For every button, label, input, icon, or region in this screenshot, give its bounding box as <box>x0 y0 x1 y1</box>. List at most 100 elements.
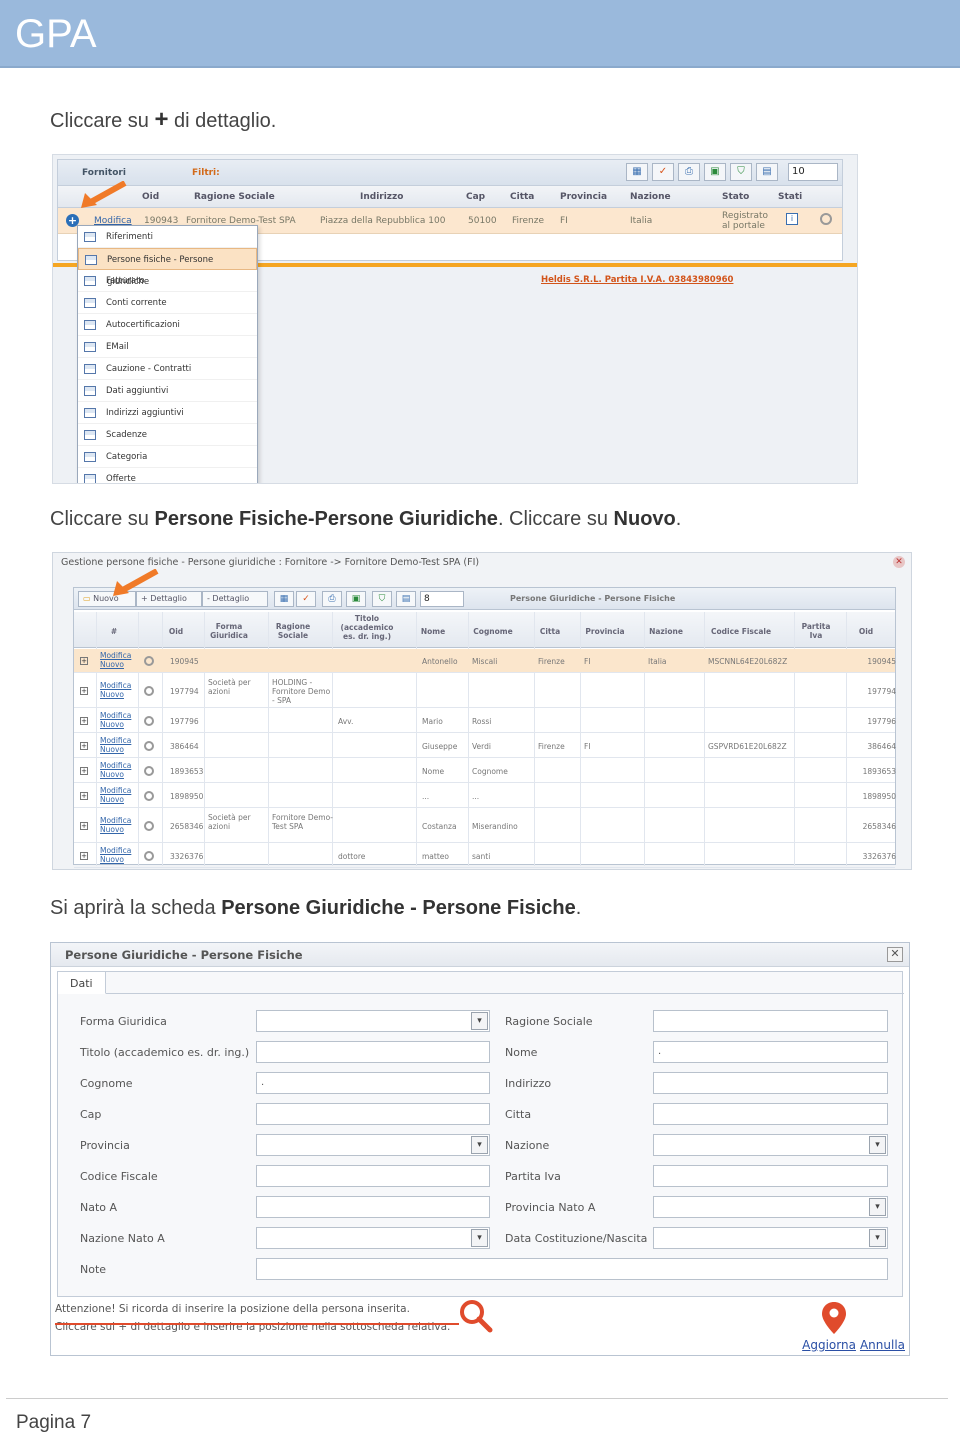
gear-icon[interactable] <box>144 791 154 801</box>
cognome-field[interactable]: . <box>256 1072 490 1094</box>
gear-icon[interactable] <box>144 851 154 861</box>
cap-field[interactable] <box>256 1103 490 1125</box>
forma-giuridica-select[interactable]: ▾ <box>256 1010 490 1032</box>
menu-item-indirizzi[interactable]: Indirizzi aggiuntivi <box>78 402 257 424</box>
footer-company-link[interactable]: Heldis S.R.L. Partita I.V.A. 03843980960 <box>541 275 733 285</box>
check-icon[interactable]: ✓ <box>296 591 316 607</box>
nato-a-field[interactable] <box>256 1196 490 1218</box>
print-icon[interactable]: ⎙ <box>678 163 700 181</box>
nuovo-link[interactable]: Nuovo <box>100 770 124 779</box>
chevron-down-icon[interactable]: ▾ <box>471 1229 488 1247</box>
modifica-link[interactable]: Modifica <box>100 786 131 795</box>
chevron-down-icon[interactable]: ▾ <box>471 1136 488 1154</box>
modifica-link[interactable]: Modifica <box>100 736 131 745</box>
nuovo-link[interactable]: Nuovo <box>100 660 124 669</box>
titolo-field[interactable] <box>256 1041 490 1063</box>
menu-item-fatturato[interactable]: Fatturato <box>78 270 257 292</box>
gear-icon[interactable] <box>144 766 154 776</box>
chevron-down-icon[interactable]: ▾ <box>869 1229 886 1247</box>
expand-plus-icon[interactable]: + <box>80 822 88 830</box>
column-header[interactable]: Oid <box>164 627 188 636</box>
menu-item-scadenze[interactable]: Scadenze <box>78 424 257 446</box>
modifica-link[interactable]: Modifica <box>100 711 131 720</box>
nuovo-link[interactable]: Nuovo <box>100 720 124 729</box>
partita-iva-field[interactable] <box>653 1165 888 1187</box>
column-header[interactable]: Provincia <box>582 627 628 636</box>
menu-item-dati-aggiuntivi[interactable]: Dati aggiuntivi <box>78 380 257 402</box>
menu-item-persone[interactable]: Persone fisiche - Persone giuridiche <box>78 248 257 287</box>
expand-plus-icon[interactable]: + <box>80 657 88 665</box>
tab-dati[interactable]: Dati <box>58 972 106 994</box>
columns-icon[interactable]: ▤ <box>756 163 778 181</box>
nuovo-link[interactable]: Nuovo <box>100 855 124 864</box>
modifica-link[interactable]: Modifica <box>100 761 131 770</box>
check-icon[interactable]: ✓ <box>652 163 674 181</box>
menu-item-email[interactable]: EMail <box>78 336 257 358</box>
columns-icon[interactable]: ▤ <box>396 591 416 607</box>
data-nascita-field[interactable]: ▾ <box>653 1227 888 1249</box>
grid-icon[interactable]: ▦ <box>626 163 648 181</box>
menu-item-categoria[interactable]: Categoria <box>78 446 257 468</box>
excel-icon[interactable]: ▣ <box>704 163 726 181</box>
expand-plus-icon[interactable]: + <box>80 852 88 860</box>
gear-icon[interactable] <box>144 741 154 751</box>
filter-icon[interactable]: ⛉ <box>730 163 752 181</box>
gear-icon[interactable] <box>144 656 154 666</box>
nuovo-link[interactable]: Nuovo <box>100 745 124 754</box>
indirizzo-field[interactable] <box>653 1072 888 1094</box>
column-header[interactable]: Nome <box>418 627 448 636</box>
column-header[interactable]: Oid <box>142 192 159 202</box>
close-icon[interactable]: ✕ <box>887 947 903 962</box>
nuovo-link[interactable]: Nuovo <box>100 825 124 834</box>
page-size-input[interactable]: 8 <box>420 591 464 607</box>
modifica-link[interactable]: Modifica <box>100 651 131 660</box>
nuovo-link[interactable]: Nuovo <box>100 795 124 804</box>
gear-icon[interactable] <box>820 213 832 225</box>
column-header[interactable]: Ragione Sociale <box>270 622 316 640</box>
chevron-down-icon[interactable]: ▾ <box>471 1012 488 1030</box>
column-header[interactable]: Cognome <box>470 627 516 636</box>
expand-plus-icon[interactable]: + <box>80 717 88 725</box>
annulla-button[interactable]: Annulla <box>860 1338 905 1352</box>
menu-item-autocertificazioni[interactable]: Autocertificazioni <box>78 314 257 336</box>
aggiorna-button[interactable]: Aggiorna <box>802 1338 856 1352</box>
info-icon[interactable]: i <box>786 213 798 225</box>
modifica-link[interactable]: Modifica <box>100 846 131 855</box>
minus-dettaglio-button[interactable]: - Dettaglio <box>202 591 268 607</box>
excel-icon[interactable]: ▣ <box>346 591 366 607</box>
provincia-select[interactable]: ▾ <box>256 1134 490 1156</box>
codice-fiscale-field[interactable] <box>256 1165 490 1187</box>
column-header[interactable]: Citta <box>510 192 534 202</box>
column-header[interactable]: Titolo (accademico es. dr. ing.) <box>336 614 398 641</box>
chevron-down-icon[interactable]: ▾ <box>869 1198 886 1216</box>
column-header[interactable]: Stato <box>722 192 749 202</box>
menu-item-riferimenti[interactable]: Riferimenti <box>78 226 257 248</box>
print-icon[interactable]: ⎙ <box>322 591 342 607</box>
filter-icon[interactable]: ⛉ <box>372 591 392 607</box>
expand-plus-icon[interactable]: + <box>80 792 88 800</box>
expand-plus-icon[interactable]: + <box>80 742 88 750</box>
column-header[interactable]: Stati <box>778 192 802 202</box>
column-header[interactable]: Oid <box>854 627 878 636</box>
column-header[interactable]: Cap <box>466 192 485 202</box>
menu-item-cauzione[interactable]: Cauzione - Contratti <box>78 358 257 380</box>
nazione-nato-a-select[interactable]: ▾ <box>256 1227 490 1249</box>
column-header[interactable]: # <box>104 627 124 636</box>
gear-icon[interactable] <box>144 821 154 831</box>
column-header[interactable]: Citta <box>536 627 564 636</box>
gear-icon[interactable] <box>144 686 154 696</box>
nome-field[interactable]: . <box>653 1041 888 1063</box>
ragione-sociale-field[interactable] <box>653 1010 888 1032</box>
menu-item-conti[interactable]: Conti corrente <box>78 292 257 314</box>
gear-icon[interactable] <box>144 716 154 726</box>
nazione-select[interactable]: ▾ <box>653 1134 888 1156</box>
expand-plus-icon[interactable]: + <box>80 767 88 775</box>
modifica-link[interactable]: Modifica <box>100 681 131 690</box>
column-header[interactable]: Codice Fiscale <box>708 627 774 636</box>
column-header[interactable]: Nazione <box>646 627 686 636</box>
page-size-input[interactable]: 10 <box>788 163 838 181</box>
close-icon[interactable]: ✕ <box>893 556 905 568</box>
column-header[interactable]: Ragione Sociale <box>194 192 275 202</box>
grid-icon[interactable]: ▦ <box>274 591 294 607</box>
modifica-link[interactable]: Modifica <box>100 816 131 825</box>
